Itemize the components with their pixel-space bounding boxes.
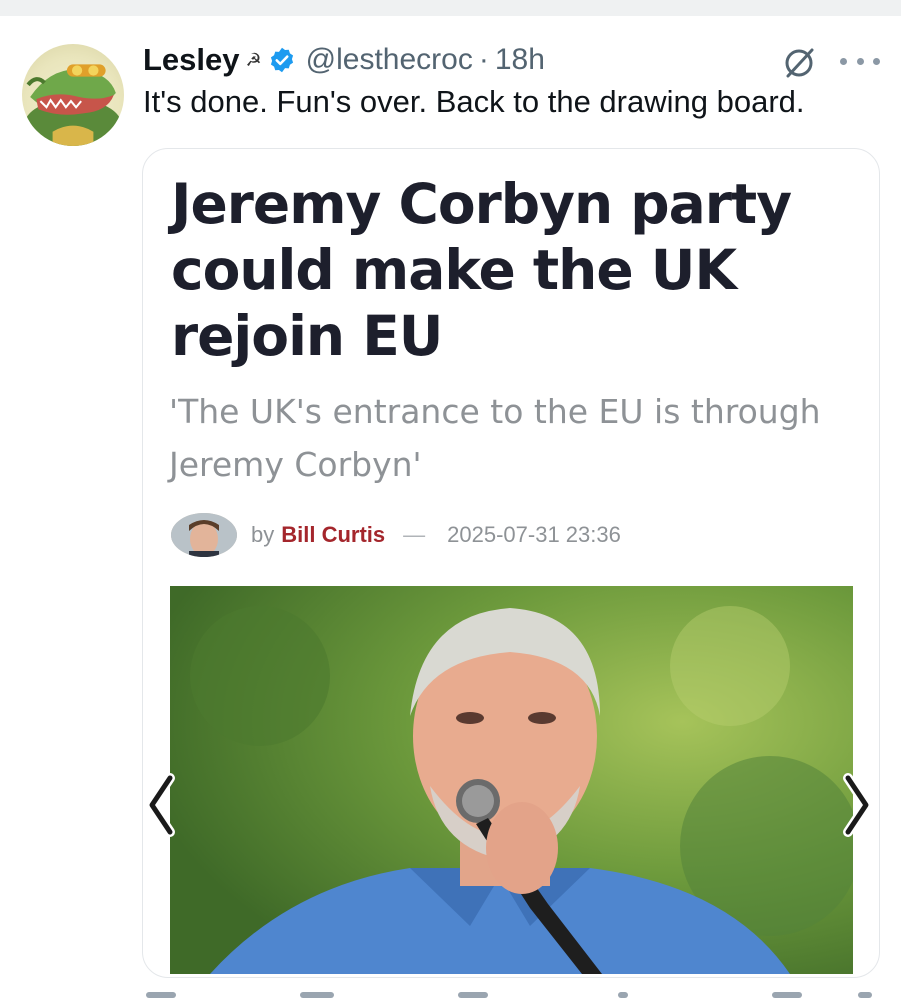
name-emoji: ☭ [245, 49, 262, 70]
byline-dash: — [403, 522, 426, 547]
chevron-right-icon[interactable] [838, 770, 878, 840]
more-dot [840, 57, 847, 65]
more-dot [873, 57, 880, 65]
user-avatar[interactable] [22, 44, 124, 146]
author-photo [171, 513, 237, 557]
bookmark-icon[interactable] [772, 992, 802, 998]
views-icon[interactable] [618, 992, 628, 998]
user-handle[interactable]: @lesthecroc [306, 43, 473, 77]
article-subtitle: 'The UK's entrance to the EU is through … [169, 392, 821, 484]
tweet-text: It's done. Fun's over. Back to the drawi… [143, 84, 805, 119]
verified-badge-icon[interactable] [268, 46, 296, 74]
more-icon[interactable] [840, 54, 880, 68]
separator-dot: · [478, 43, 489, 76]
author-avatar [171, 513, 237, 557]
avatar-image [24, 64, 122, 146]
more-dot [856, 57, 864, 65]
article-byline: by Bill Curtis — 2025-07-31 23:36 [171, 512, 621, 558]
tweet-action-bar [0, 990, 901, 1000]
by-label: by [251, 522, 275, 547]
retweet-icon[interactable] [300, 992, 334, 998]
media-card[interactable]: Jeremy Corbyn party could make the UK re… [142, 148, 880, 978]
like-icon[interactable] [458, 992, 488, 998]
chevron-left-icon[interactable] [140, 770, 180, 840]
grok-icon[interactable] [782, 44, 818, 80]
display-name[interactable]: Lesley [143, 42, 240, 78]
article-photo[interactable] [170, 586, 853, 974]
photo-image [170, 586, 853, 974]
timestamp[interactable]: 18h [495, 43, 545, 77]
tweet-header: Lesley ☭ @lesthecroc · 18h [143, 40, 545, 80]
reply-icon[interactable] [146, 992, 176, 998]
article-headline: Jeremy Corbyn party could make the UK re… [171, 172, 792, 368]
author-name[interactable]: Bill Curtis [281, 522, 385, 548]
share-icon[interactable] [858, 992, 872, 998]
top-bar [0, 0, 901, 16]
article-datetime: 2025-07-31 23:36 [447, 522, 621, 547]
